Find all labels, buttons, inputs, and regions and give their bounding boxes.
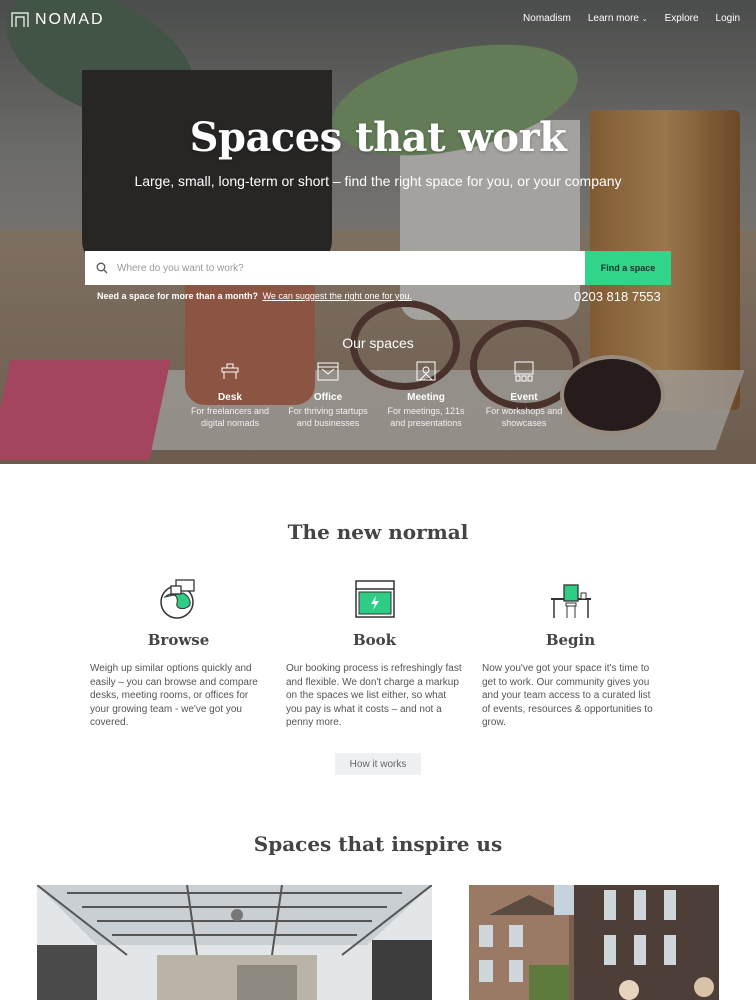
search-bar: Find a space — [85, 251, 671, 285]
laptop-bolt-icon — [354, 580, 395, 618]
nav-link-learn-more-label: Learn more — [587, 13, 639, 24]
search-icon — [96, 262, 108, 274]
search-field[interactable] — [85, 251, 585, 285]
globe-chat-icon — [159, 579, 195, 619]
event-icon — [514, 361, 534, 382]
features: Browse Weigh up similar options quickly … — [90, 577, 659, 730]
new-normal-title: The new normal — [287, 520, 469, 544]
nav-link-nomadism[interactable]: Nomadism — [523, 13, 571, 24]
desk-chair-icon — [550, 584, 591, 618]
feature-title: Begin — [545, 631, 596, 649]
long-term-prompt: Need a space for more than a month? We c… — [97, 291, 412, 301]
our-spaces-label: Our spaces — [342, 335, 414, 351]
find-space-button[interactable]: Find a space — [585, 251, 671, 285]
feature-begin: Begin Now you've got your space it's tim… — [482, 577, 659, 730]
feature-text: Our booking process is refreshingly fast… — [286, 663, 462, 728]
space-type-desc: For meetings, 121s and presentations — [387, 406, 465, 428]
chevron-down-icon: ⌄ — [641, 16, 648, 23]
inspire-photo-building[interactable] — [469, 885, 719, 1000]
space-type-name: Event — [510, 392, 538, 403]
space-type-desc: For workshops and showcases — [485, 406, 563, 428]
space-type-name: Office — [313, 392, 343, 403]
nav-links: Nomadism Learn more ⌄ Explore Login — [523, 13, 740, 24]
meeting-icon — [416, 361, 436, 381]
nav-link-explore[interactable]: Explore — [665, 13, 699, 24]
search-input[interactable] — [117, 262, 537, 274]
hero-subtitle: Large, small, long-term or short – find … — [134, 173, 622, 189]
top-nav: NOMAD Nomadism Learn more ⌄ Explore Logi… — [0, 0, 756, 40]
logo-mark-icon — [11, 12, 29, 27]
feature-title: Browse — [147, 631, 210, 649]
space-type-desc: For freelancers and digital nomads — [190, 406, 270, 428]
hero-section: NOMAD Nomadism Learn more ⌄ Explore Logi… — [0, 0, 756, 464]
feature-text: Now you've got your space it's time to g… — [482, 663, 653, 728]
atrium-image — [37, 885, 432, 1000]
inspire-title: Spaces that inspire us — [253, 832, 503, 856]
feature-text: Weigh up similar options quickly and eas… — [90, 663, 258, 728]
nav-link-login[interactable]: Login — [716, 13, 740, 24]
long-term-question: Need a space for more than a month? — [97, 291, 259, 301]
space-type-event[interactable]: Event For workshops and showcases — [475, 360, 573, 429]
office-icon — [317, 362, 339, 381]
space-types: Desk For freelancers and digital nomads O… — [181, 360, 573, 429]
feature-book: Book Our booking process is refreshingly… — [286, 577, 463, 730]
building-image — [469, 885, 719, 1000]
space-type-desk[interactable]: Desk For freelancers and digital nomads — [181, 360, 279, 429]
feature-browse: Browse Weigh up similar options quickly … — [90, 577, 267, 730]
space-type-meeting[interactable]: Meeting For meetings, 121s and presentati… — [377, 360, 475, 429]
suggest-link[interactable]: We can suggest the right one for you. — [263, 291, 412, 301]
space-type-name: Desk — [218, 392, 242, 403]
desk-icon — [221, 363, 239, 379]
space-type-desc: For thriving startups and businesses — [288, 406, 368, 428]
logo[interactable]: NOMAD — [11, 11, 105, 29]
feature-title: Book — [352, 631, 397, 649]
space-type-name: Meeting — [407, 392, 445, 403]
space-type-office[interactable]: Office For thriving startups and business… — [279, 360, 377, 429]
how-it-works-button[interactable]: How it works — [335, 753, 421, 775]
nav-link-learn-more[interactable]: Learn more ⌄ — [588, 13, 648, 24]
logo-text: NOMAD — [35, 11, 105, 28]
hero-title: Spaces that work — [189, 114, 567, 161]
inspire-photo-atrium[interactable] — [37, 885, 432, 1000]
phone-number[interactable]: 0203 818 7553 — [574, 289, 661, 304]
